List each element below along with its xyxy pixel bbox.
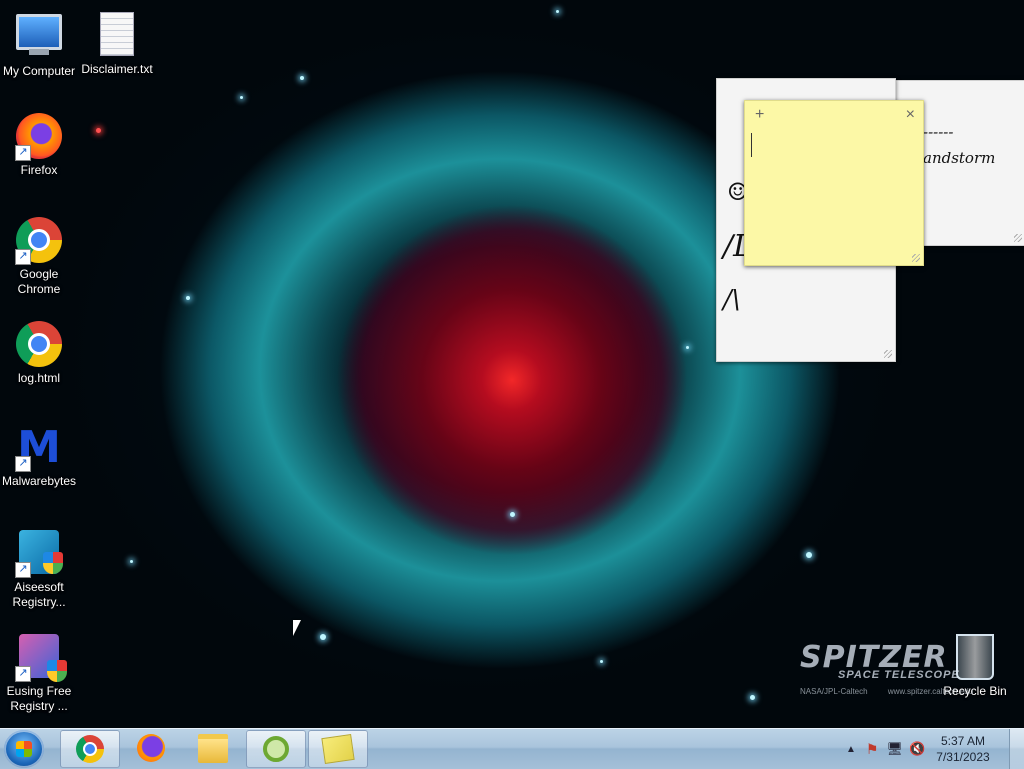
chrome-html-icon [16,321,62,367]
desktop-icon-label: Malwarebytes [1,474,77,488]
taskbar-button-explorer[interactable] [184,730,242,766]
shield-icon [43,552,63,574]
shortcut-arrow-icon: ↗ [15,249,31,265]
desktop-icon-google-chrome[interactable]: ↗ Google Chrome [0,216,78,297]
star [750,695,755,700]
spitzer-logo: SPITZER SPACE TELESCOPE NASA/JPL-Caltech… [800,640,973,696]
desktop: My Computer Disclaimer.txt ↗ Firefox ↗ G… [0,0,1024,728]
desktop-icon-label: Disclaimer.txt [81,62,153,76]
desktop-icon-label: Firefox [20,163,58,177]
desktop-icon-label: log.html [17,371,61,385]
show-hidden-icons-icon[interactable]: ▲ [846,744,856,755]
star [556,10,559,13]
desktop-icon-disclaimer-txt[interactable]: Disclaimer.txt [78,10,156,77]
volume-muted-icon[interactable]: 🔇 [909,741,925,757]
firefox-icon [137,734,165,762]
shortcut-arrow-icon: ↗ [15,666,31,682]
taskbar-button-chrome[interactable] [60,730,120,768]
close-note-button[interactable]: × [906,106,915,124]
desktop-icon-eusing-free-registry[interactable]: ↗ Eusing Free Registry ... [0,632,78,714]
star [320,634,326,640]
desktop-icon-label: Google Chrome [17,267,61,296]
mouse-cursor-icon [293,620,301,636]
desktop-icon-malwarebytes[interactable]: M ↗ Malwarebytes [0,424,78,489]
shield-icon [47,660,67,682]
computer-icon [16,14,62,55]
resize-grip-icon[interactable] [884,350,892,358]
desktop-icon-my-computer[interactable]: My Computer [0,10,78,79]
spitzer-logo-url: www.spitzer.caltech.edu [887,687,974,696]
spitzer-logo-credit: NASA/JPL-Caltech [800,687,868,696]
desktop-icon-aiseesoft-registry[interactable]: ↗ Aiseesoft Registry... [0,528,78,610]
network-icon[interactable]: 🖥 [886,741,903,757]
shortcut-arrow-icon: ↗ [15,145,31,161]
star [240,96,243,99]
windows-logo-icon [16,741,32,757]
text-file-icon [100,12,134,56]
sticky-note-back-text: ------ andstorm [923,123,996,167]
clock-time: 5:37 AM [940,734,986,748]
folder-icon [198,733,228,763]
taskbar-button-registry-tool[interactable] [246,730,306,768]
sticky-notes-icon [321,734,355,764]
star [96,128,101,133]
desktop-icon-label: Eusing Free Registry ... [6,684,72,713]
resize-grip-icon[interactable] [912,254,920,262]
star [806,552,812,558]
taskbar-button-sticky-notes[interactable] [308,730,368,768]
add-note-button[interactable]: + [755,106,764,124]
notification-area: ▲ ⚑ 🖥 🔇 [846,729,925,769]
action-center-flag-icon[interactable]: ⚑ [866,741,879,758]
magnifier-icon [263,736,289,762]
show-desktop-button[interactable] [1009,729,1024,769]
star [686,346,689,349]
sticky-note-text-area[interactable] [751,133,916,157]
star [600,660,603,663]
system-clock[interactable]: 5:37 AM 7/31/2023 [928,733,998,765]
shortcut-arrow-icon: ↗ [15,456,31,472]
spitzer-logo-subtitle: SPACE TELESCOPE [838,669,960,681]
start-button[interactable] [4,730,44,768]
taskbar-button-firefox[interactable] [122,730,180,766]
sticky-note-glyph: /\ [723,285,741,315]
sticky-note-title-bar[interactable]: + × [745,101,923,129]
shortcut-arrow-icon: ↗ [15,562,31,578]
desktop-icon-label: Aiseesoft Registry... [12,580,66,609]
sticky-note-front[interactable]: + × [744,100,924,266]
star [130,560,133,563]
spitzer-logo-credits: NASA/JPL-Caltech www.spitzer.caltech.edu [800,687,973,696]
clock-date: 7/31/2023 [936,750,990,764]
resize-grip-icon[interactable] [1014,234,1022,242]
star [510,512,515,517]
star [186,296,190,300]
desktop-icon-firefox[interactable]: ↗ Firefox [0,112,78,178]
star [300,76,304,80]
taskbar: ▲ ⚑ 🖥 🔇 5:37 AM 7/31/2023 [0,728,1024,769]
desktop-icon-log-html[interactable]: log.html [0,320,78,386]
desktop-icon-label: My Computer [2,64,76,78]
chrome-icon [76,735,104,763]
